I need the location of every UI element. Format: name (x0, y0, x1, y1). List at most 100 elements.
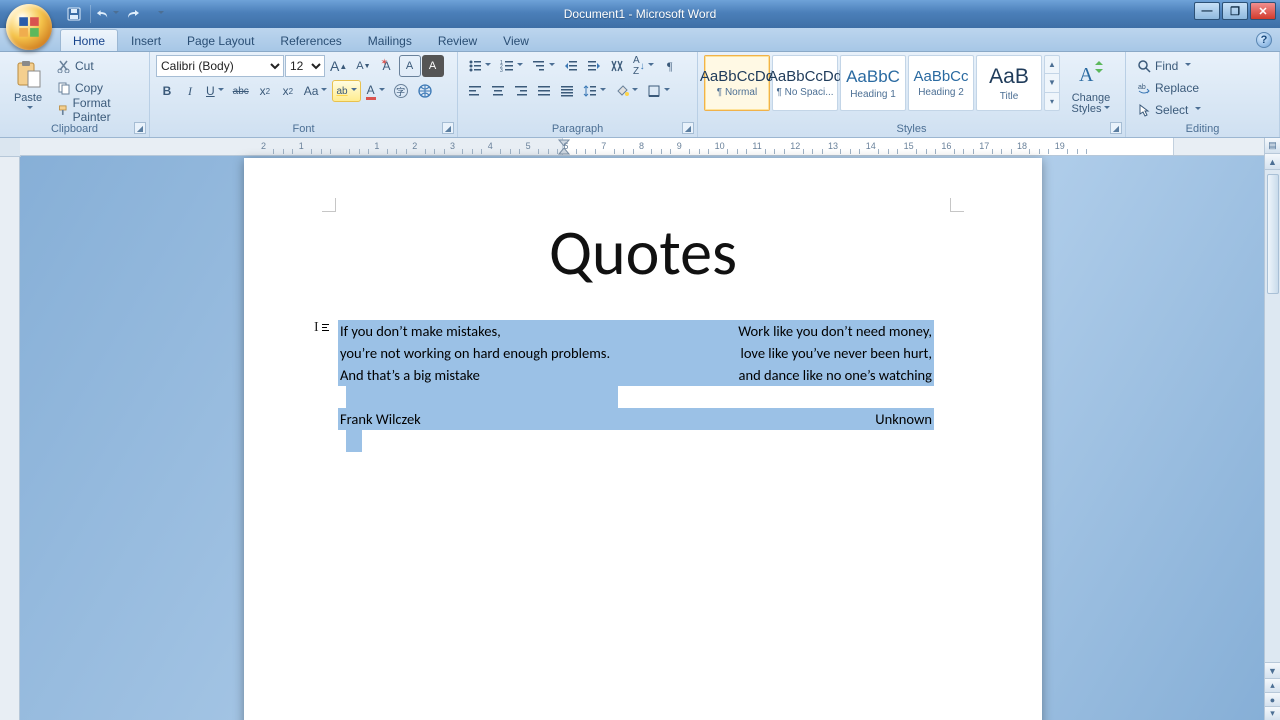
clear-formatting-button[interactable]: A✶ (376, 55, 398, 77)
selected-text-block[interactable]: If you don’t make mistakes,Work like you… (338, 320, 934, 452)
distributed-button[interactable] (556, 80, 578, 102)
empty-selected-line (346, 386, 618, 408)
styles-gallery-scroll[interactable]: ▲▼▾ (1044, 55, 1060, 111)
ruler-number: 1 (299, 141, 304, 151)
subscript-button[interactable]: x2 (254, 80, 276, 102)
tab-mailings[interactable]: Mailings (355, 29, 425, 51)
replace-button[interactable]: abReplace (1132, 77, 1218, 99)
group-editing: Find abReplace Select Editing (1126, 52, 1280, 137)
paragraph-dialog-launcher[interactable]: ◢ (682, 122, 694, 134)
quote2-line1: Work like you don’t need money, (738, 320, 932, 342)
qat-customize[interactable] (147, 3, 171, 25)
tab-home[interactable]: Home (60, 29, 118, 51)
find-icon (1137, 59, 1151, 73)
select-button[interactable]: Select (1132, 99, 1218, 121)
horizontal-ruler[interactable]: 2112345678910111213141516171819 (20, 138, 1264, 156)
window-title: Document1 - Microsoft Word (0, 7, 1280, 21)
justify-button[interactable] (533, 80, 555, 102)
align-right-button[interactable] (510, 80, 532, 102)
bullets-button[interactable] (464, 55, 495, 77)
grow-font-button[interactable]: A▲ (326, 55, 351, 77)
font-name-combo[interactable]: Calibri (Body) (156, 55, 284, 77)
ruler-number: 13 (828, 141, 838, 151)
phonetic-guide-button[interactable] (413, 80, 437, 102)
maximize-button[interactable]: ❐ (1222, 2, 1248, 20)
tab-review[interactable]: Review (425, 29, 490, 51)
style-title[interactable]: AaBTitle (976, 55, 1042, 111)
scroll-down[interactable]: ▼ (1265, 662, 1280, 678)
style-normal[interactable]: AaBbCcDd¶ Normal (704, 55, 770, 111)
author-right: Unknown (875, 408, 932, 430)
asian-layout-button[interactable] (606, 55, 628, 77)
multilevel-list-button[interactable] (528, 55, 559, 77)
enclose-characters-button[interactable]: 字 (390, 80, 412, 102)
italic-button[interactable]: I (179, 80, 201, 102)
scroll-thumb[interactable] (1267, 174, 1279, 294)
document-title[interactable]: Quotes (244, 214, 1042, 292)
vertical-scrollbar[interactable]: ▤ ▲ ▼ ▴ ● ▾ (1264, 138, 1280, 720)
tab-references[interactable]: References (267, 29, 354, 51)
format-painter-button[interactable]: Format Painter (52, 99, 143, 121)
vertical-ruler[interactable] (0, 156, 20, 720)
paste-button[interactable]: Paste (8, 55, 48, 121)
borders-icon (647, 84, 661, 98)
document-area[interactable]: 2112345678910111213141516171819 Quotes I… (20, 138, 1280, 720)
copy-label: Copy (75, 81, 103, 95)
page[interactable]: Quotes I If you don’t make mistakes,Work… (244, 158, 1042, 720)
styles-dialog-launcher[interactable]: ◢ (1110, 122, 1122, 134)
scroll-up[interactable]: ▲ (1265, 154, 1280, 170)
qat-save[interactable] (62, 3, 86, 25)
ruler-number: 15 (904, 141, 914, 151)
tab-insert[interactable]: Insert (118, 29, 174, 51)
font-color-button[interactable]: A (362, 80, 389, 102)
align-left-button[interactable] (464, 80, 486, 102)
change-styles-button[interactable]: A Change Styles (1066, 55, 1116, 115)
superscript-button[interactable]: x2 (277, 80, 299, 102)
increase-indent-button[interactable] (583, 55, 605, 77)
select-icon (1137, 103, 1151, 117)
font-size-combo[interactable]: 12 (285, 55, 325, 77)
help-button[interactable]: ? (1256, 32, 1272, 48)
tab-page-layout[interactable]: Page Layout (174, 29, 267, 51)
author-left: Frank Wilczek (340, 408, 421, 430)
highlight-button[interactable]: ab (332, 80, 360, 102)
ruler-number: 14 (866, 141, 876, 151)
character-border-button[interactable]: A (399, 55, 421, 77)
numbering-button[interactable]: 123 (496, 55, 527, 77)
qat-undo[interactable] (95, 3, 119, 25)
underline-button[interactable]: U (202, 80, 228, 102)
styles-gallery[interactable]: AaBbCcDd¶ Normal AaBbCcDd¶ No Spaci... A… (704, 55, 1060, 111)
decrease-indent-button[interactable] (560, 55, 582, 77)
style-heading-2[interactable]: AaBbCcHeading 2 (908, 55, 974, 111)
browse-prev[interactable]: ▴ (1265, 678, 1280, 692)
strikethrough-button[interactable]: abc (229, 80, 253, 102)
show-marks-button[interactable]: ¶ (659, 55, 681, 77)
font-dialog-launcher[interactable]: ◢ (442, 122, 454, 134)
qat-redo[interactable] (121, 3, 145, 25)
tab-view[interactable]: View (490, 29, 542, 51)
cut-button[interactable]: Cut (52, 55, 143, 77)
shrink-font-button[interactable]: A▼ (352, 55, 374, 77)
shading-button[interactable] (611, 80, 642, 102)
borders-button[interactable] (643, 80, 674, 102)
change-case-button[interactable]: Aa (300, 80, 332, 102)
character-shading-button[interactable]: A (422, 55, 444, 77)
close-button[interactable]: ✕ (1250, 2, 1276, 20)
office-button[interactable] (6, 4, 52, 50)
browse-next[interactable]: ▾ (1265, 706, 1280, 720)
title-bar: Document1 - Microsoft Word — ❐ ✕ (0, 0, 1280, 28)
style-no-spacing[interactable]: AaBbCcDd¶ No Spaci... (772, 55, 838, 111)
sort-button[interactable]: AZ↓ (629, 55, 658, 77)
browse-object[interactable]: ● (1265, 692, 1280, 706)
style-heading-1[interactable]: AaBbCHeading 1 (840, 55, 906, 111)
align-center-button[interactable] (487, 80, 509, 102)
minimize-button[interactable]: — (1194, 2, 1220, 20)
ruler-toggle[interactable]: ▤ (1265, 138, 1280, 154)
bold-button[interactable]: B (156, 80, 178, 102)
ruler-number: 2 (261, 141, 266, 151)
group-styles: AaBbCcDd¶ Normal AaBbCcDd¶ No Spaci... A… (698, 52, 1126, 137)
line-spacing-button[interactable] (579, 80, 610, 102)
find-button[interactable]: Find (1132, 55, 1218, 77)
indent-icon (587, 59, 601, 73)
clipboard-dialog-launcher[interactable]: ◢ (134, 122, 146, 134)
